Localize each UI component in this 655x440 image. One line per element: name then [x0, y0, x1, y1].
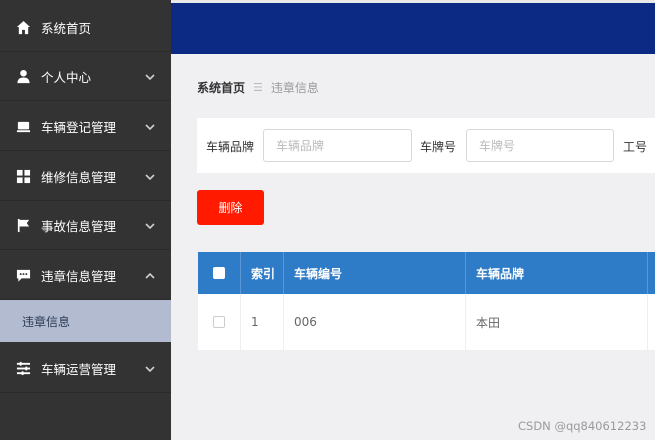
sidebar-item-label: 维修信息管理 — [41, 169, 117, 185]
cell-brand: 本田 — [466, 294, 648, 350]
home-icon — [15, 19, 31, 35]
top-header — [171, 0, 655, 54]
sidebar-item-home[interactable]: 系统首页 — [0, 3, 171, 52]
user-icon — [15, 68, 31, 84]
list-icon — [15, 360, 31, 376]
sidebar: 系统首页 个人中心 车辆登记管理 维修信息管理 事故信息管理 违章信息管理 违章… — [0, 0, 171, 440]
column-header-brand[interactable]: 车辆品牌 — [466, 252, 648, 294]
sidebar-item-label: 违章信息管理 — [41, 268, 117, 284]
breadcrumb-separator: ☰ — [253, 81, 263, 94]
plate-input[interactable]: 车牌号 — [466, 129, 614, 162]
sidebar-subitem-violation-info[interactable]: 违章信息 — [0, 300, 171, 342]
plate-label: 车牌号 — [420, 140, 457, 154]
delete-button[interactable]: 删除 — [197, 190, 264, 225]
sidebar-item-vehicle-registration[interactable]: 车辆登记管理 — [0, 102, 171, 151]
chevron-down-icon — [145, 120, 155, 131]
cell-next — [648, 294, 655, 350]
job-number-label: 工号 — [623, 140, 648, 154]
select-all-checkbox[interactable] — [213, 267, 225, 279]
sidebar-item-accident[interactable]: 事故信息管理 — [0, 201, 171, 250]
grid-icon — [15, 168, 31, 184]
chevron-down-icon — [145, 362, 155, 373]
row-checkbox[interactable] — [213, 316, 225, 328]
table-header: 索引 车辆编号 车辆品牌 — [198, 252, 655, 294]
row-checkbox-cell[interactable] — [198, 294, 241, 350]
column-header-next — [648, 252, 655, 294]
breadcrumb-home[interactable]: 系统首页 — [197, 79, 245, 96]
sidebar-item-label: 车辆登记管理 — [41, 119, 117, 135]
cell-index: 1 — [241, 294, 284, 350]
chevron-down-icon — [145, 219, 155, 230]
brand-input[interactable]: 车辆品牌 — [263, 129, 412, 162]
sidebar-item-label: 个人中心 — [41, 69, 92, 85]
search-panel: 车辆品牌 车辆品牌 车牌号 车牌号 工号 — [197, 118, 655, 173]
column-header-vehicle-no[interactable]: 车辆编号 — [284, 252, 466, 294]
sidebar-item-label: 系统首页 — [41, 20, 92, 36]
flag-icon — [15, 217, 31, 233]
chat-icon — [15, 267, 31, 283]
breadcrumb: 系统首页 ☰ 违章信息 — [197, 79, 319, 96]
column-header-index[interactable]: 索引 — [241, 252, 284, 294]
watermark: CSDN @qq840612233 — [518, 419, 647, 433]
sidebar-item-vehicle-operation[interactable]: 车辆运营管理 — [0, 344, 171, 393]
sidebar-item-label: 车辆运营管理 — [41, 361, 117, 377]
chevron-down-icon — [145, 70, 155, 81]
sidebar-item-violation[interactable]: 违章信息管理 — [0, 251, 171, 300]
chevron-up-icon — [145, 269, 155, 279]
select-all-checkbox-cell[interactable] — [198, 252, 241, 294]
chevron-down-icon — [145, 170, 155, 181]
cell-vehicle-no: 006 — [284, 294, 466, 350]
car-register-icon — [15, 118, 31, 134]
sidebar-item-maintenance[interactable]: 维修信息管理 — [0, 152, 171, 201]
breadcrumb-current: 违章信息 — [270, 81, 319, 95]
violation-table: 索引 车辆编号 车辆品牌 1 006 本田 — [198, 252, 655, 350]
brand-label: 车辆品牌 — [206, 140, 255, 154]
sidebar-item-personal-center[interactable]: 个人中心 — [0, 52, 171, 101]
sidebar-item-label: 事故信息管理 — [41, 218, 117, 234]
